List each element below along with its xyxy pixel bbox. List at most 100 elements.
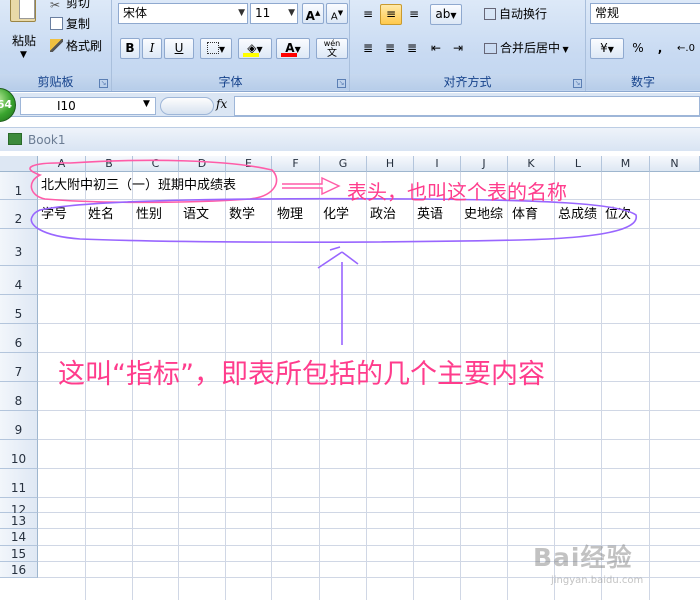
row-header-2[interactable]: 2 <box>0 200 38 229</box>
grid-row-line <box>38 497 700 498</box>
format-painter-button[interactable]: 格式刷 <box>50 37 102 55</box>
underline-button[interactable]: U <box>164 38 194 59</box>
header-cell-2[interactable]: 姓名 <box>88 206 114 224</box>
italic-button[interactable]: I <box>142 38 162 59</box>
grow-font-button[interactable]: A▲ <box>302 3 324 24</box>
align-left-button[interactable]: ≣ <box>358 38 378 59</box>
alignment-group-label: 对齐方式 <box>350 74 585 90</box>
font-color-button[interactable]: A▼ <box>276 38 310 59</box>
wrap-text-button[interactable]: 自动换行 <box>478 4 578 25</box>
header-cell-1[interactable]: 学号 <box>41 206 67 224</box>
row-header-11[interactable]: 11 <box>0 469 38 498</box>
row-header-10[interactable]: 10 <box>0 440 38 469</box>
grid-row-line <box>38 439 700 440</box>
row-header-15[interactable]: 15 <box>0 546 38 562</box>
currency-button[interactable]: ¥▼ <box>590 38 624 59</box>
column-header-i[interactable]: I <box>414 156 461 172</box>
column-header-n[interactable]: N <box>650 156 700 172</box>
alignment-dialog-launcher-icon[interactable]: ↘ <box>573 79 582 88</box>
bold-button[interactable]: B <box>120 38 140 59</box>
phonetic-button[interactable]: wén 文 <box>316 38 348 59</box>
column-header-e[interactable]: E <box>226 156 272 172</box>
row-header-16[interactable]: 16 <box>0 562 38 578</box>
header-cell-13[interactable]: 位次 <box>605 206 631 224</box>
chevron-down-icon[interactable]: ▼ <box>238 4 245 23</box>
cell-a1-title[interactable]: 北大附中初三（一）班期中成绩表 <box>41 177 236 195</box>
row-header-1[interactable]: 1 <box>0 172 38 200</box>
column-header-h[interactable]: H <box>367 156 414 172</box>
increase-indent-button[interactable]: ⇥ <box>448 38 468 59</box>
header-cell-8[interactable]: 政治 <box>370 206 396 224</box>
row-header-7[interactable]: 7 <box>0 353 38 382</box>
clipboard-dialog-launcher-icon[interactable]: ↘ <box>99 79 108 88</box>
align-right-button[interactable]: ≣ <box>402 38 422 59</box>
column-header-l[interactable]: L <box>555 156 602 172</box>
header-cell-7[interactable]: 化学 <box>323 206 349 224</box>
formula-bar-resize-handle[interactable] <box>160 97 214 115</box>
align-center-button[interactable]: ≣ <box>380 38 400 59</box>
orientation-button[interactable]: ab▼ <box>430 4 462 25</box>
font-size-combo[interactable]: 11 ▼ <box>250 3 298 24</box>
header-cell-4[interactable]: 语文 <box>183 206 209 224</box>
header-cell-3[interactable]: 性别 <box>136 206 162 224</box>
cut-label: 剪切 <box>66 0 91 10</box>
number-group-label: 数字 <box>586 74 700 90</box>
font-name-combo[interactable]: 宋体 ▼ <box>118 3 248 24</box>
decrease-indent-button[interactable]: ⇤ <box>426 38 446 59</box>
align-top-button[interactable]: ≡ <box>358 4 378 25</box>
percent-button[interactable]: % <box>628 38 648 59</box>
chevron-down-icon[interactable]: ▼ <box>143 99 150 109</box>
increase-decimal-button[interactable]: ←.0 <box>674 38 698 59</box>
column-header-g[interactable]: G <box>320 156 367 172</box>
column-header-a[interactable]: A <box>38 156 86 172</box>
font-dialog-launcher-icon[interactable]: ↘ <box>337 79 346 88</box>
workbook-titlebar <box>0 127 700 151</box>
name-box[interactable]: I10 <box>20 97 156 115</box>
copy-button[interactable]: 复制 <box>50 15 90 33</box>
comma-button[interactable]: , <box>650 38 670 59</box>
merge-center-button[interactable]: 合并后居中 ▼ <box>478 38 582 59</box>
row-header-6[interactable]: 6 <box>0 324 38 353</box>
chevron-down-icon[interactable]: ▼ <box>288 4 295 23</box>
formula-input[interactable] <box>234 96 700 116</box>
header-cell-6[interactable]: 物理 <box>277 206 303 224</box>
number-format-combo[interactable]: 常规 <box>590 3 700 24</box>
align-left-icon: ≣ <box>362 41 374 55</box>
borders-icon <box>206 42 219 54</box>
row-header-8[interactable]: 8 <box>0 382 38 411</box>
row-header-9[interactable]: 9 <box>0 411 38 440</box>
select-all-corner[interactable] <box>0 156 38 172</box>
grid-row-line <box>38 294 700 295</box>
borders-button[interactable]: ▼ <box>200 38 232 59</box>
decrease-indent-icon: ⇤ <box>430 41 442 55</box>
row-header-3[interactable]: 3 <box>0 229 38 266</box>
header-cell-9[interactable]: 英语 <box>417 206 443 224</box>
row-header-4[interactable]: 4 <box>0 266 38 295</box>
header-cell-10[interactable]: 史地综 <box>464 206 503 224</box>
row-header-12[interactable]: 12 <box>0 498 38 517</box>
header-cell-5[interactable]: 数学 <box>229 206 255 224</box>
chevron-down-icon[interactable]: ▼ <box>20 50 27 60</box>
row-header-5[interactable]: 5 <box>0 295 38 324</box>
column-header-d[interactable]: D <box>179 156 226 172</box>
row-header-13[interactable]: 13 <box>0 513 38 529</box>
clipboard-group-label: 剪贴板 <box>0 74 111 90</box>
insert-function-button[interactable]: fx <box>216 97 227 111</box>
column-header-b[interactable]: B <box>86 156 133 172</box>
row-header-14[interactable]: 14 <box>0 529 38 546</box>
column-header-j[interactable]: J <box>461 156 508 172</box>
cut-button[interactable]: ✂ 剪切 <box>50 0 90 12</box>
shrink-font-button[interactable]: A▼ <box>326 3 348 24</box>
paste-button[interactable]: 粘贴 ▼ <box>4 0 44 68</box>
column-header-f[interactable]: F <box>272 156 320 172</box>
align-bottom-button[interactable]: ≡ <box>404 4 424 25</box>
grow-font-icon: A <box>305 9 315 23</box>
header-cell-12[interactable]: 总成绩 <box>558 206 597 224</box>
fill-color-button[interactable]: ◈▼ <box>238 38 272 59</box>
column-header-m[interactable]: M <box>602 156 650 172</box>
column-header-c[interactable]: C <box>133 156 179 172</box>
column-header-k[interactable]: K <box>508 156 555 172</box>
align-bottom-icon: ≡ <box>408 7 420 21</box>
align-middle-button[interactable]: ≡ <box>380 4 402 25</box>
header-cell-11[interactable]: 体育 <box>512 206 538 224</box>
